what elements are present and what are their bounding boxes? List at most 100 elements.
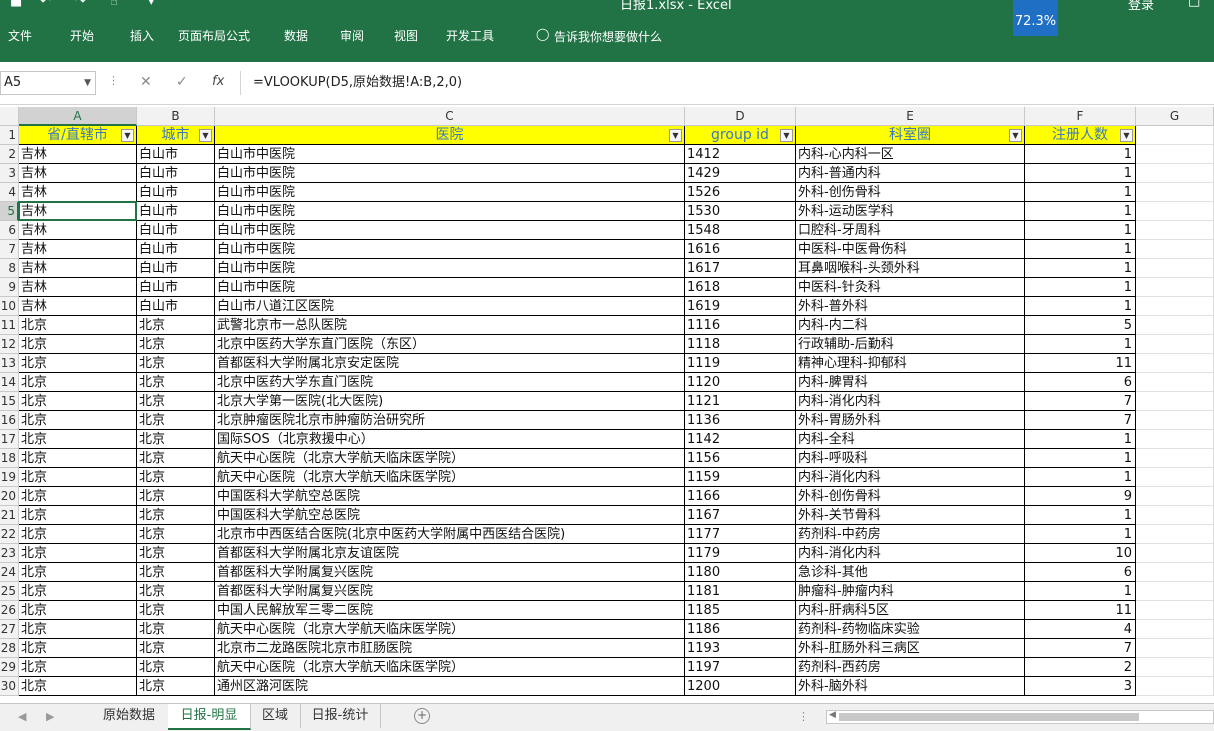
empty-cell[interactable] [1136, 430, 1214, 449]
empty-cell[interactable] [1136, 449, 1214, 468]
table-cell[interactable]: 内科-消化内科 [796, 392, 1025, 411]
table-cell[interactable]: 白山市中医院 [215, 202, 685, 221]
row-header[interactable]: 23 [0, 544, 19, 563]
table-cell[interactable]: 1618 [685, 278, 796, 297]
empty-cell[interactable] [1136, 335, 1214, 354]
header-cell[interactable]: 省/直辖市 ▼ [19, 126, 137, 145]
filter-dropdown-icon[interactable]: ▼ [780, 129, 793, 142]
table-cell[interactable]: 1619 [685, 297, 796, 316]
sheet-tab[interactable]: 区域 [250, 704, 301, 728]
table-cell[interactable]: 白山市中医院 [215, 183, 685, 202]
ribbon-tab[interactable]: 开始 [70, 27, 94, 44]
table-cell[interactable]: 11 [1025, 354, 1136, 373]
table-cell[interactable]: 口腔科-牙周科 [796, 221, 1025, 240]
next-sheet-icon[interactable]: ▶ [46, 710, 54, 723]
table-cell[interactable]: 1166 [685, 487, 796, 506]
table-cell[interactable]: 9 [1025, 487, 1136, 506]
row-header[interactable]: 15 [0, 392, 19, 411]
restore-icon[interactable]: □ [1188, 0, 1200, 9]
table-cell[interactable]: 11 [1025, 601, 1136, 620]
table-cell[interactable]: 航天中心医院（北京大学航天临床医学院） [215, 620, 685, 639]
empty-cell[interactable] [1136, 373, 1214, 392]
sheet-tab[interactable]: 原始数据 [90, 704, 169, 728]
customize-qat-icon[interactable]: ▾ [148, 0, 155, 9]
column-header[interactable]: D [685, 107, 796, 126]
ribbon-tab[interactable]: 开发工具 [446, 27, 494, 44]
table-cell[interactable]: 1429 [685, 164, 796, 183]
table-cell[interactable]: 内科-消化内科 [796, 544, 1025, 563]
filter-dropdown-icon[interactable]: ▼ [1009, 129, 1022, 142]
table-cell[interactable]: 北京 [19, 658, 137, 677]
table-cell[interactable]: 3 [1025, 677, 1136, 696]
table-cell[interactable]: 1 [1025, 449, 1136, 468]
row-header[interactable]: 14 [0, 373, 19, 392]
table-cell[interactable]: 北京 [137, 563, 215, 582]
table-cell[interactable]: 1118 [685, 335, 796, 354]
table-cell[interactable]: 1 [1025, 240, 1136, 259]
empty-cell[interactable] [1136, 316, 1214, 335]
table-cell[interactable]: 内科-全科 [796, 430, 1025, 449]
table-cell[interactable]: 1185 [685, 601, 796, 620]
table-cell[interactable]: 北京 [19, 677, 137, 696]
table-cell[interactable]: 北京肿瘤医院北京市肿瘤防治研究所 [215, 411, 685, 430]
table-cell[interactable]: 急诊科-其他 [796, 563, 1025, 582]
filter-dropdown-icon[interactable]: ▼ [121, 129, 134, 142]
table-cell[interactable]: 1156 [685, 449, 796, 468]
row-header[interactable]: 22 [0, 525, 19, 544]
row-header[interactable]: 12 [0, 335, 19, 354]
table-cell[interactable]: 白山市中医院 [215, 145, 685, 164]
table-cell[interactable]: 1 [1025, 183, 1136, 202]
table-cell[interactable]: 北京 [19, 639, 137, 658]
row-header[interactable]: 3 [0, 164, 19, 183]
table-cell[interactable]: 1159 [685, 468, 796, 487]
table-cell[interactable]: 1 [1025, 506, 1136, 525]
ribbon-tab[interactable]: 公式 [226, 27, 250, 44]
row-header[interactable]: 29 [0, 658, 19, 677]
table-cell[interactable]: 6 [1025, 373, 1136, 392]
table-cell[interactable]: 北京 [137, 677, 215, 696]
row-header[interactable]: 9 [0, 278, 19, 297]
table-cell[interactable]: 北京 [137, 658, 215, 677]
table-cell[interactable]: 1136 [685, 411, 796, 430]
table-cell[interactable]: 内科-普通内科 [796, 164, 1025, 183]
table-cell[interactable]: 北京 [19, 487, 137, 506]
row-header[interactable]: 5 [0, 202, 19, 221]
empty-cell[interactable] [1136, 658, 1214, 677]
table-cell[interactable]: 10 [1025, 544, 1136, 563]
column-header[interactable]: G [1136, 107, 1214, 126]
empty-cell[interactable] [1136, 392, 1214, 411]
table-cell[interactable]: 4 [1025, 620, 1136, 639]
table-cell[interactable]: 中国医科大学航空总医院 [215, 506, 685, 525]
row-header[interactable]: 21 [0, 506, 19, 525]
scroll-left-icon[interactable]: ◀ [829, 710, 836, 720]
filter-dropdown-icon[interactable]: ▼ [199, 129, 212, 142]
table-cell[interactable]: 白山市 [137, 164, 215, 183]
row-header[interactable]: 30 [0, 677, 19, 696]
table-cell[interactable]: 1 [1025, 221, 1136, 240]
table-cell[interactable]: 1617 [685, 259, 796, 278]
add-sheet-icon[interactable]: + [414, 708, 430, 724]
empty-cell[interactable] [1136, 240, 1214, 259]
table-cell[interactable]: 中医科-中医骨伤科 [796, 240, 1025, 259]
table-cell[interactable]: 北京 [137, 468, 215, 487]
table-cell[interactable]: 通州区潞河医院 [215, 677, 685, 696]
table-cell[interactable]: 吉林 [19, 278, 137, 297]
table-cell[interactable]: 白山市 [137, 202, 215, 221]
table-cell[interactable]: 吉林 [19, 221, 137, 240]
table-cell[interactable]: 7 [1025, 411, 1136, 430]
filter-dropdown-icon[interactable]: ▼ [669, 129, 682, 142]
save-icon[interactable]: ■ [10, 0, 22, 9]
tell-me-box[interactable]: 告诉我你想要做什么 [554, 28, 662, 45]
table-cell[interactable]: 北京 [137, 373, 215, 392]
table-cell[interactable]: 1177 [685, 525, 796, 544]
table-cell[interactable]: 1193 [685, 639, 796, 658]
table-cell[interactable]: 吉林 [19, 164, 137, 183]
row-header[interactable]: 18 [0, 449, 19, 468]
table-cell[interactable]: 北京 [19, 316, 137, 335]
ribbon-tab[interactable]: 文件 [8, 27, 32, 44]
table-cell[interactable]: 1 [1025, 297, 1136, 316]
empty-cell[interactable] [1136, 563, 1214, 582]
table-cell[interactable]: 北京市二龙路医院北京市肛肠医院 [215, 639, 685, 658]
header-cell[interactable]: 医院 ▼ [215, 126, 685, 145]
table-cell[interactable]: 精神心理科-抑郁科 [796, 354, 1025, 373]
